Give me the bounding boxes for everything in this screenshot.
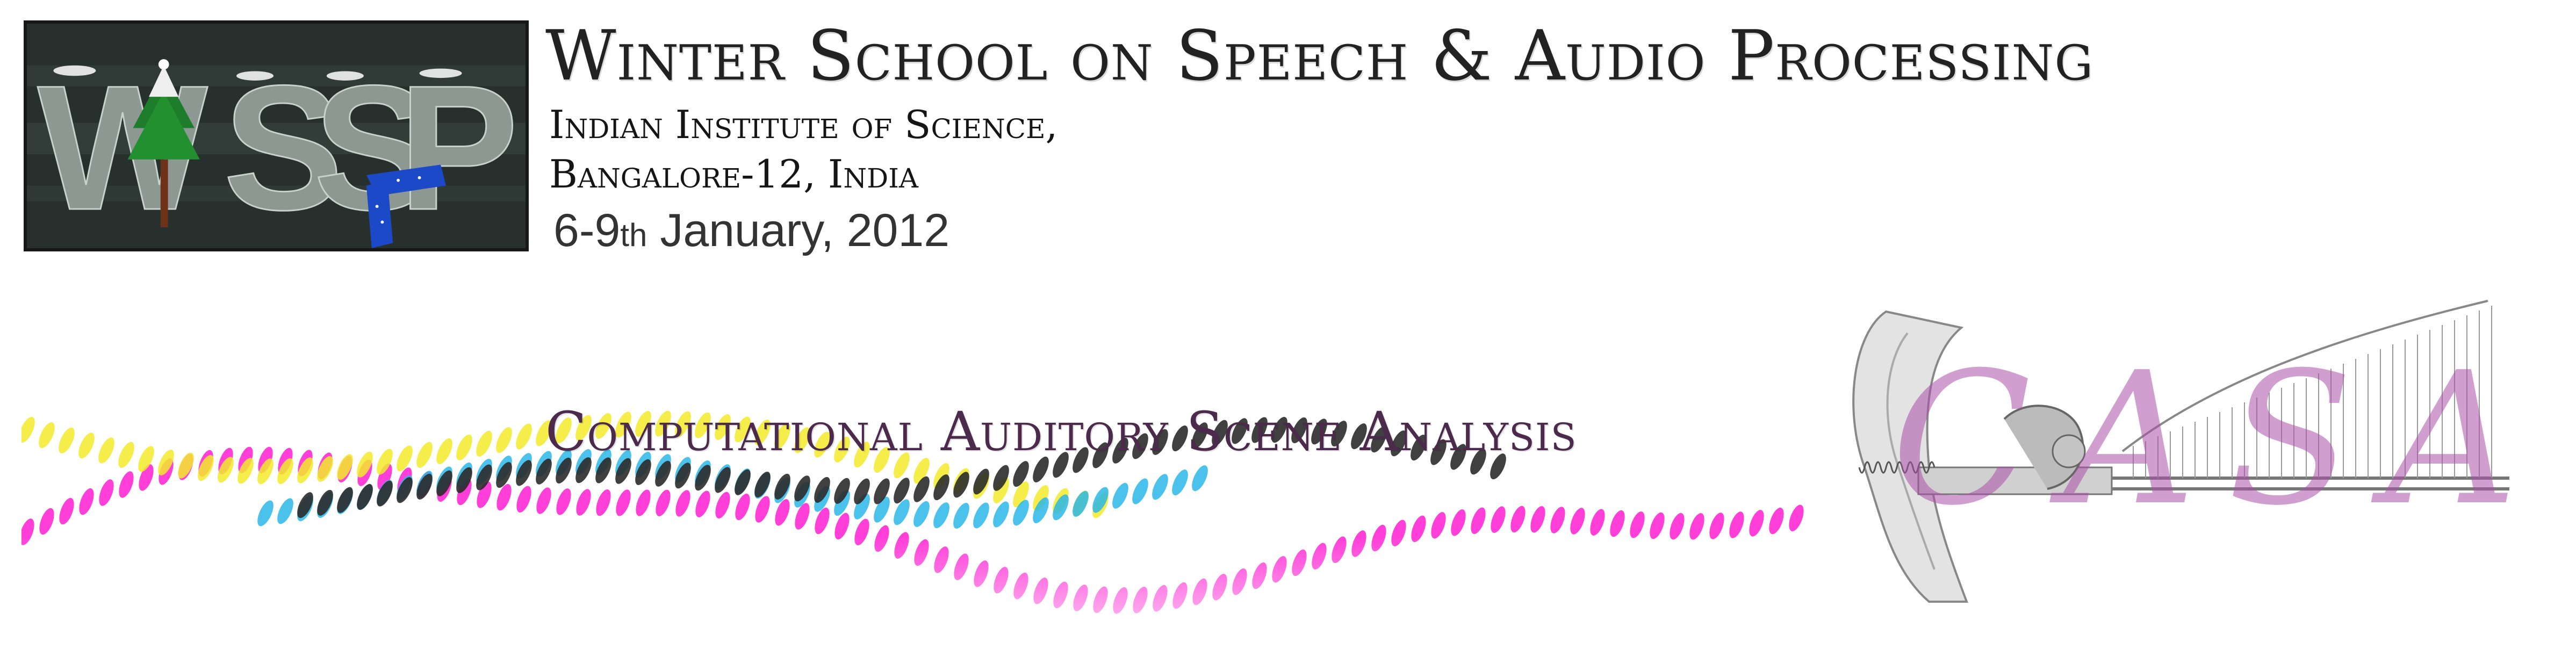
institute-line-1: Indian Institute of Science, — [549, 102, 1058, 147]
wave-mark-magenta — [775, 499, 790, 526]
wave-mark-yellow — [78, 432, 95, 459]
wave-mark-cyan — [973, 502, 989, 529]
wave-mark-magenta — [1590, 509, 1605, 536]
page-title: Winter School on Speech & Audio Processi… — [545, 16, 2094, 96]
wave-mark-magenta — [59, 497, 74, 525]
wave-mark-black — [357, 483, 373, 510]
wave-mark-magenta — [1451, 509, 1466, 536]
wave-mark-magenta — [1729, 511, 1744, 538]
wave-mark-yellow — [118, 442, 134, 468]
wave-mark-magenta — [715, 492, 730, 519]
wave-mark-magenta — [497, 483, 512, 511]
svg-text:P: P — [398, 48, 519, 247]
wave-mark-magenta — [1630, 511, 1645, 538]
wave-mark-magenta — [1610, 510, 1625, 537]
waveform-fade — [21, 537, 1848, 664]
event-days-suffix: th — [620, 217, 647, 253]
wave-mark-magenta — [735, 493, 750, 521]
banner-subtitle: Computational Auditory Scene Analysis — [545, 400, 1577, 463]
event-month-year: January, 2012 — [660, 205, 950, 256]
wave-mark-magenta — [596, 489, 611, 516]
waveform-graphic — [21, 333, 1848, 664]
wave-mark-magenta — [99, 479, 114, 506]
wave-mark-magenta — [1431, 512, 1446, 539]
wave-mark-magenta — [616, 489, 631, 516]
wave-mark-cyan — [894, 499, 910, 525]
wave-mark-magenta — [755, 496, 770, 523]
wave-mark-cyan — [1112, 482, 1128, 509]
waveform-svg — [21, 410, 1848, 664]
wave-mark-cyan — [993, 501, 1009, 528]
institute-line-2: Bangalore-12, India — [549, 151, 919, 197]
wave-mark-yellow — [436, 438, 452, 464]
wave-mark-magenta — [79, 488, 94, 515]
wave-mark-magenta — [1570, 508, 1585, 535]
wave-mark-yellow — [416, 442, 433, 468]
wave-mark-cyan — [1132, 478, 1148, 504]
wave-mark-magenta — [1769, 507, 1784, 535]
wissap-logo: W S S P — [24, 20, 529, 251]
wave-mark-yellow — [397, 445, 413, 472]
wave-mark-magenta — [1749, 510, 1764, 537]
wave-mark-magenta — [1550, 507, 1565, 533]
wave-mark-yellow — [516, 423, 532, 450]
wave-mark-cyan — [933, 502, 949, 529]
wave-mark-yellow — [21, 416, 35, 443]
wave-mark-cyan — [257, 500, 274, 526]
wave-mark-yellow — [456, 434, 472, 460]
wave-mark-magenta — [1471, 507, 1486, 535]
wave-mark-magenta — [119, 471, 134, 498]
wave-mark-magenta — [1789, 504, 1804, 531]
wave-mark-cyan — [1152, 474, 1168, 500]
wave-mark-magenta — [1650, 512, 1665, 539]
casa-ear-text: CASA — [1891, 333, 2550, 546]
wave-mark-yellow — [98, 437, 114, 464]
wave-mark-magenta — [39, 508, 54, 535]
wave-mark-magenta — [1709, 513, 1724, 539]
wave-mark-magenta — [1530, 506, 1545, 533]
event-date: 6-9th January, 2012 — [553, 204, 949, 257]
logo-artwork: W S S P — [27, 24, 526, 248]
wave-mark-magenta — [1670, 513, 1685, 540]
wave-mark-magenta — [1510, 506, 1526, 533]
wave-mark-cyan — [1172, 470, 1188, 496]
wave-mark-cyan — [913, 501, 930, 527]
wave-mark-magenta — [834, 513, 850, 540]
wave-mark-magenta — [636, 489, 651, 516]
wave-mark-magenta — [516, 486, 531, 513]
wave-mark-magenta — [1689, 513, 1704, 540]
wave-mark-cyan — [953, 502, 969, 529]
wave-mark-magenta — [656, 489, 671, 517]
wave-mark-magenta — [1491, 506, 1506, 533]
wave-mark-magenta — [695, 490, 710, 517]
wave-mark-magenta — [536, 487, 551, 514]
wave-mark-yellow — [496, 427, 512, 453]
wave-mark-yellow — [59, 427, 75, 453]
page: W S S P Winter School on Speech & Audio … — [0, 0, 2576, 664]
wave-mark-black — [894, 478, 910, 504]
wave-mark-yellow — [476, 430, 492, 457]
event-days: 6-9 — [553, 205, 621, 256]
wave-mark-cyan — [1192, 465, 1208, 492]
wave-mark-magenta — [576, 489, 591, 516]
wave-mark-magenta — [675, 490, 690, 517]
wave-mark-magenta — [556, 488, 571, 515]
wave-mark-yellow — [39, 422, 55, 449]
wave-mark-cyan — [277, 498, 293, 524]
